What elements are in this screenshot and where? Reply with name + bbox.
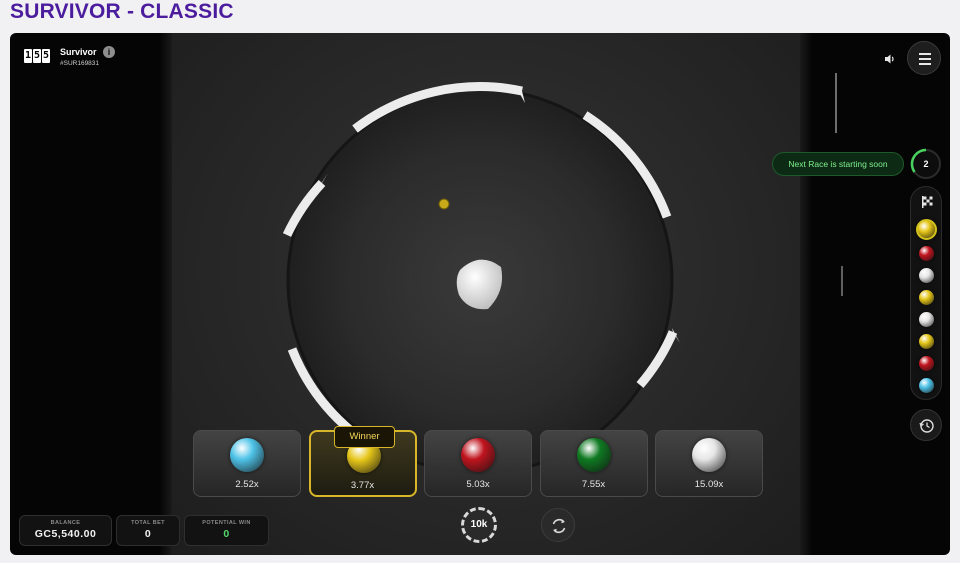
results-history-rail [910,186,942,400]
bet-odds: 3.77x [350,480,375,491]
speaker-icon[interactable] [883,52,897,66]
history-clock-icon [919,419,934,433]
history-ball-white [919,268,934,283]
race-id: #SUR169831 [60,60,100,67]
game-stage: 1 5 5 Survivor i #SUR169831 Next Race is… [10,33,950,555]
game-name: Survivor [60,47,97,57]
bet-ball-white [692,438,726,472]
history-ball-blue [919,378,934,393]
bet-odds: 5.03x [466,479,490,490]
bet-card-blue[interactable]: 2.52x [193,430,301,497]
bet-card-green[interactable]: 7.55x [539,430,648,497]
total-bet-box: TOTAL BET 0 [116,515,180,546]
countdown-value: 2 [923,159,929,169]
bet-card-white[interactable]: 15.09x [655,430,763,497]
logo-digit: 5 [33,49,41,63]
winner-tag: Winner [334,426,395,448]
balance-box: BALANCE GC5,540.00 [19,515,112,546]
total-bet-label: TOTAL BET [131,520,165,526]
bet-ball-blue [230,438,264,472]
repeat-bet-button[interactable] [541,508,575,542]
chip-selector-button[interactable]: 10k [461,507,497,543]
potential-win-label: POTENTIAL WIN [202,520,251,526]
logo-digit: 1 [24,49,32,63]
history-ball-yellow [916,219,937,240]
logo-digit: 5 [42,49,50,63]
history-ball-red [919,246,934,261]
history-ball-white [919,312,934,327]
bet-ball-green [576,438,611,472]
history-ball-yellow [919,290,934,305]
info-icon[interactable]: i [103,46,115,58]
bet-odds: 7.55x [581,479,606,490]
page-title: SURVIVOR - CLASSIC [10,0,234,23]
repeat-arrows-icon [552,518,566,534]
history-ball-red [919,356,934,371]
total-bet-value: 0 [144,528,152,540]
history-ball-yellow [919,334,934,349]
checkered-flag-icon [922,196,933,208]
bet-odds: 2.52x [235,479,259,490]
history-button[interactable] [910,409,942,441]
bet-ball-red [461,438,495,472]
potential-win-value: 0 [223,528,230,540]
race-status-message: Next Race is starting soon [772,152,904,176]
bet-odds: 15.09x [694,479,724,490]
race-ball-yellow [438,198,450,210]
balance-value: GC5,540.00 [34,528,97,540]
hamburger-menu-icon[interactable] [907,41,941,75]
potential-win-box: POTENTIAL WIN 0 [184,515,269,546]
game-logo: 1 5 5 [24,49,50,63]
balance-label: BALANCE [50,520,81,526]
bet-card-red[interactable]: 5.03x [424,430,532,497]
